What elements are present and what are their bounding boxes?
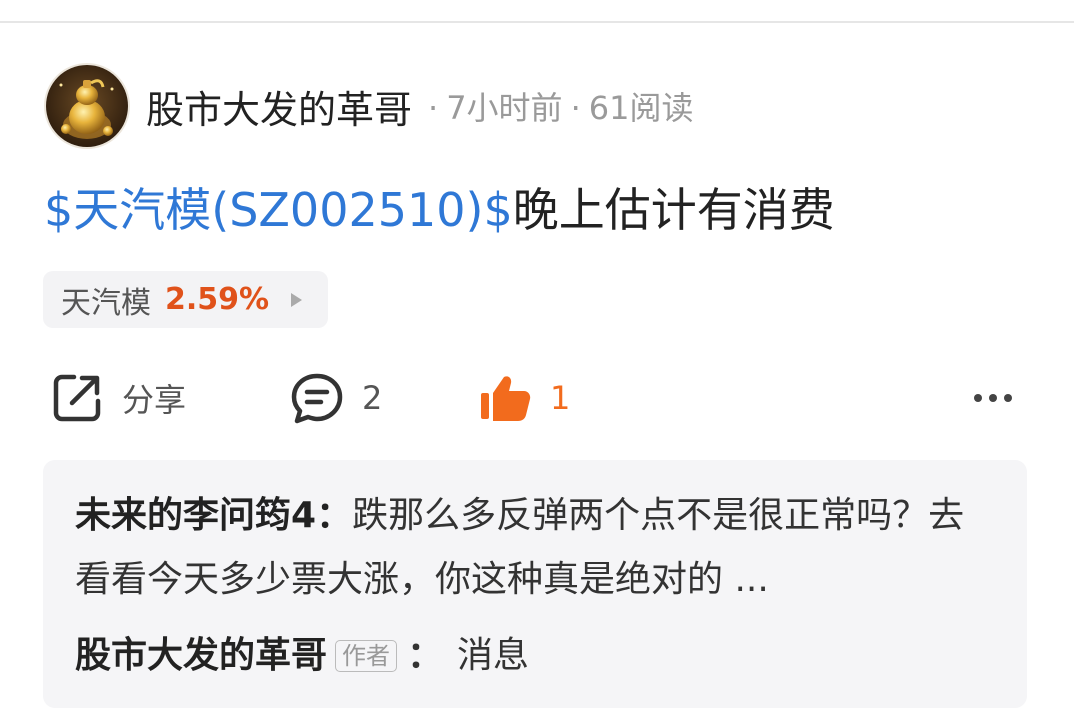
comment-text: 消息 — [457, 635, 530, 676]
like-count: 1 — [550, 379, 571, 417]
comment-count: 2 — [362, 379, 383, 417]
more-button[interactable] — [974, 360, 1012, 436]
read-count: 61阅读 — [588, 89, 694, 127]
post-content: $天汽模(SZ002510)$晚上估计有消费 — [44, 178, 835, 242]
post-time: 7小时前 — [446, 89, 563, 127]
more-icon — [974, 394, 1012, 402]
stock-link[interactable]: $天汽模(SZ002510)$ — [44, 183, 513, 237]
author-name[interactable]: 股市大发的革哥 — [146, 79, 412, 134]
avatar[interactable] — [44, 63, 130, 149]
top-divider — [0, 21, 1074, 23]
chevron-right-icon — [291, 292, 303, 307]
comment-icon — [291, 373, 343, 424]
stock-chip[interactable]: 天汽模 2.59% — [43, 271, 328, 328]
comment-preview[interactable]: 未来的李问筠4：跌那么多反弹两个点不是很正常吗？去看看今天多少票大涨，你这种真是… — [43, 460, 1027, 708]
comment-item[interactable]: 未来的李问筠4：跌那么多反弹两个点不是很正常吗？去看看今天多少票大涨，你这种真是… — [75, 484, 1000, 612]
comment-colon: ： — [407, 635, 444, 676]
stock-chip-change: 2.59% — [165, 282, 270, 317]
action-bar: 分享 2 1 — [0, 360, 1074, 436]
gold-gourd-avatar-icon — [46, 65, 128, 147]
comment-colon: ： — [316, 495, 353, 536]
author-row: 股市大发的革哥 · 7小时前 · 61阅读 — [44, 62, 693, 150]
post-text: 晚上估计有消费 — [512, 183, 835, 237]
share-icon — [53, 374, 101, 422]
post-meta: · 7小时前 · 61阅读 — [420, 83, 693, 129]
meta-separator: · — [428, 89, 439, 127]
share-button[interactable]: 分享 — [50, 360, 186, 436]
comment-author[interactable]: 股市大发的革哥 — [75, 624, 327, 688]
thumbs-up-icon — [481, 376, 531, 421]
comment-button[interactable]: 2 — [290, 360, 382, 436]
stock-chip-name: 天汽模 — [61, 285, 151, 321]
like-button[interactable]: 1 — [478, 360, 570, 436]
comment-item[interactable]: 股市大发的革哥 作者 ： 消息 — [75, 624, 997, 688]
comment-author[interactable]: 未来的李问筠4 — [75, 495, 316, 536]
author-badge: 作者 — [335, 640, 398, 672]
meta-separator: · — [570, 89, 581, 127]
share-label: 分享 — [122, 381, 187, 419]
